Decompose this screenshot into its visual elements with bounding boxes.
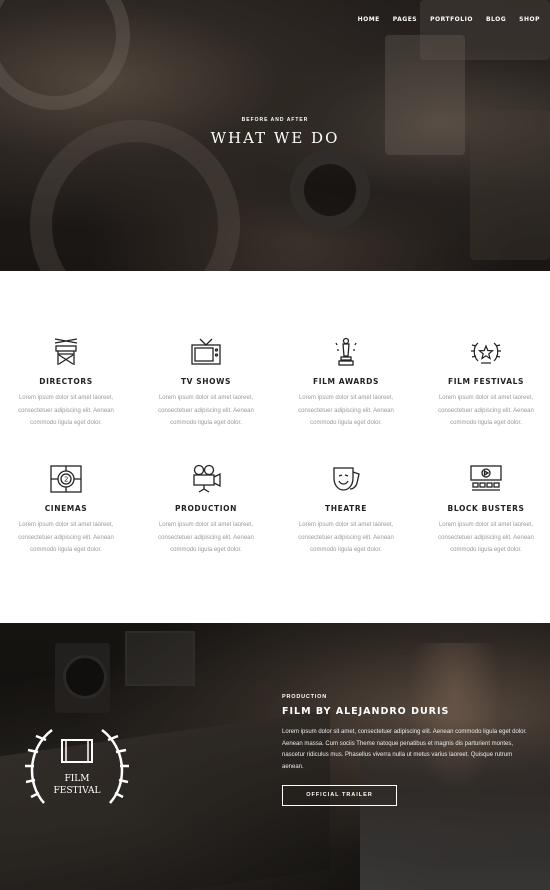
service-theatre: THEATRE Lorem ipsum dolor sit amet laore… [286, 464, 406, 557]
award-statue-icon [335, 337, 357, 366]
hero-section: HOME PAGES PORTFOLIO BLOG SHOP BEFORE AN… [0, 0, 550, 271]
laurel-star-icon [471, 342, 501, 364]
services-section: DIRECTORS Lorem ipsum dolor sit amet lao… [0, 271, 550, 623]
service-block-busters: BLOCK BUSTERS Lorem ipsum dolor sit amet… [426, 464, 546, 557]
nav-portfolio[interactable]: PORTFOLIO [430, 16, 473, 23]
nav-shop[interactable]: SHOP [519, 16, 540, 23]
feature-title: FILM BY ALEJANDRO DURIS [282, 706, 450, 717]
hero-heading: BEFORE AND AFTER WHAT WE DO [0, 117, 550, 147]
theatre-masks-icon [333, 467, 360, 491]
main-nav: HOME PAGES PORTFOLIO BLOG SHOP [358, 16, 540, 23]
feature-eyebrow: PRODUCTION [282, 694, 327, 700]
svg-text:2: 2 [64, 476, 68, 484]
festival-badge-line1: FILM [64, 774, 90, 784]
service-title: THEATRE [325, 504, 367, 513]
service-production: PRODUCTION Lorem ipsum dolor sit amet la… [146, 464, 266, 557]
feature-description: Lorem ipsum dolor sit amet, consectetuer… [282, 729, 527, 770]
service-title: BLOCK BUSTERS [447, 504, 525, 513]
service-description: Lorem ipsum dolor sit amet laoreet, cons… [18, 395, 114, 426]
festival-badge-text: FILM FESTIVAL [22, 773, 132, 797]
festival-badge-line2: FESTIVAL [53, 786, 101, 796]
service-description: Lorem ipsum dolor sit amet laoreet, cons… [438, 395, 534, 426]
service-description: Lorem ipsum dolor sit amet laoreet, cons… [298, 395, 394, 426]
service-description: Lorem ipsum dolor sit amet laoreet, cons… [158, 395, 254, 426]
feature-content: PRODUCTION FILM BY ALEJANDRO DURIS Lorem… [282, 694, 532, 806]
service-title: DIRECTORS [39, 377, 93, 386]
nav-pages[interactable]: PAGES [393, 16, 417, 23]
nav-blog[interactable]: BLOG [486, 16, 506, 23]
hero-eyebrow: BEFORE AND AFTER [241, 117, 309, 123]
service-description: Lorem ipsum dolor sit amet laoreet, cons… [438, 522, 534, 553]
service-description: Lorem ipsum dolor sit amet laoreet, cons… [18, 522, 114, 553]
directors-chair-icon [54, 338, 78, 365]
tv-icon [191, 338, 221, 365]
service-film-awards: FILM AWARDS Lorem ipsum dolor sit amet l… [286, 337, 406, 430]
nav-home[interactable]: HOME [358, 16, 380, 23]
service-title: FILM AWARDS [313, 377, 379, 386]
service-tv-shows: TV SHOWS Lorem ipsum dolor sit amet laor… [146, 337, 266, 430]
service-description: Lorem ipsum dolor sit amet laoreet, cons… [298, 522, 394, 553]
film-camera-icon [193, 464, 221, 493]
service-title: CINEMAS [44, 504, 88, 513]
service-cinemas: 2 CINEMAS Lorem ipsum dolor sit amet lao… [6, 464, 126, 557]
feature-section: FILM FESTIVAL PRODUCTION FILM BY ALEJAND… [0, 623, 550, 890]
service-title: TV SHOWS [180, 377, 232, 386]
service-directors: DIRECTORS Lorem ipsum dolor sit amet lao… [6, 337, 126, 430]
service-title: FILM FESTIVALS [447, 377, 524, 386]
service-film-festivals: FILM FESTIVALS Lorem ipsum dolor sit ame… [426, 337, 546, 430]
service-description: Lorem ipsum dolor sit amet laoreet, cons… [158, 522, 254, 553]
official-trailer-button[interactable]: OFFICIAL TRAILER [282, 785, 397, 806]
service-title: PRODUCTION [174, 504, 238, 513]
film-countdown-icon: 2 [50, 465, 82, 493]
cinema-seats-icon [470, 465, 502, 491]
page-title: WHAT WE DO [210, 129, 340, 147]
